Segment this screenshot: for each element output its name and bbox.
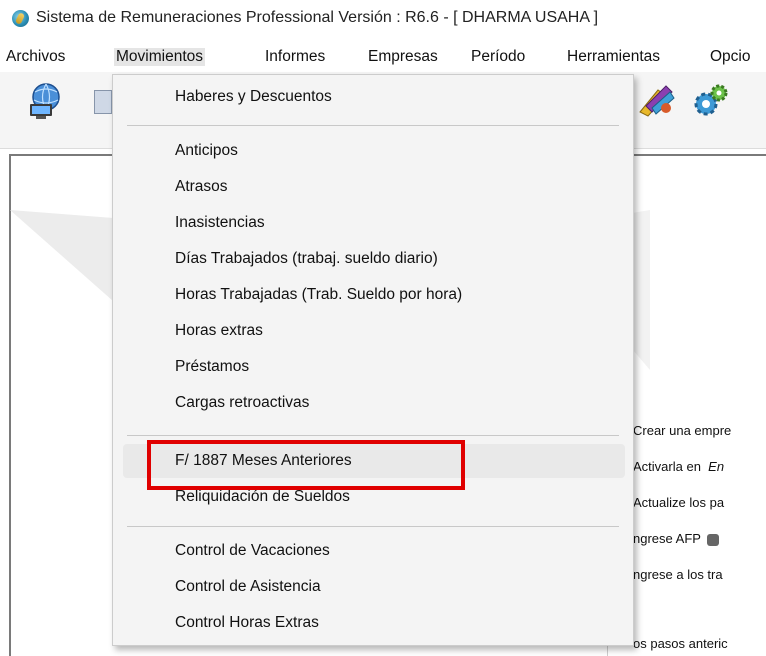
- menu-bar: Archivos Movimientos Informes Empresas P…: [0, 44, 766, 72]
- menu-informes[interactable]: Informes: [263, 48, 327, 66]
- menu-item-control-horas-extras[interactable]: Control Horas Extras: [175, 614, 319, 632]
- menu-empresas[interactable]: Empresas: [366, 48, 440, 66]
- hint-line: ngrese AFP: [633, 531, 719, 546]
- title-bar: Sistema de Remuneraciones Professional V…: [0, 0, 766, 40]
- menu-periodo[interactable]: Período: [469, 48, 527, 66]
- menu-item-haberes-descuentos[interactable]: Haberes y Descuentos: [175, 88, 332, 106]
- window-title: Sistema de Remuneraciones Professional V…: [36, 9, 599, 26]
- menu-separator: [127, 526, 619, 527]
- menu-item-dias-trabajados[interactable]: Días Trabajados (trabaj. sueldo diario): [175, 250, 438, 268]
- menu-item-control-asistencia[interactable]: Control de Asistencia: [175, 578, 321, 596]
- app-icon: [12, 10, 29, 27]
- book-icon[interactable]: [94, 90, 112, 114]
- highlight-annotation: [147, 440, 465, 490]
- hint-line: Crear una empre: [633, 423, 732, 438]
- globe-computer-icon[interactable]: [26, 82, 68, 120]
- afp-icon: [706, 533, 719, 546]
- toolbar-overflow: [748, 82, 766, 118]
- menu-item-reliquidacion-sueldos[interactable]: Reliquidación de Sueldos: [175, 488, 350, 506]
- hint-line: Actualize los pa: [633, 495, 725, 510]
- menu-item-anticipos[interactable]: Anticipos: [175, 142, 238, 160]
- movimientos-dropdown: Haberes y Descuentos Anticipos Atrasos I…: [112, 74, 634, 646]
- menu-item-atrasos[interactable]: Atrasos: [175, 178, 228, 196]
- menu-movimientos[interactable]: Movimientos: [114, 48, 205, 66]
- menu-item-horas-extras[interactable]: Horas extras: [175, 322, 263, 340]
- menu-separator: [127, 435, 619, 436]
- menu-item-inasistencias[interactable]: Inasistencias: [175, 214, 265, 232]
- menu-item-control-vacaciones[interactable]: Control de Vacaciones: [175, 542, 330, 560]
- menu-item-horas-trabajadas[interactable]: Horas Trabajadas (Trab. Sueldo por hora): [175, 286, 462, 304]
- hint-line: ngrese a los tra: [633, 567, 723, 582]
- menu-opciones[interactable]: Opcio: [708, 48, 753, 66]
- hint-line: Activarla en En: [633, 459, 725, 474]
- gears-icon[interactable]: [690, 82, 730, 120]
- menu-item-cargas-retroactivas[interactable]: Cargas retroactivas: [175, 394, 309, 412]
- menu-herramientas[interactable]: Herramientas: [565, 48, 662, 66]
- tools-icon[interactable]: [636, 82, 678, 118]
- hint-line: os pasos anteric: [633, 636, 728, 651]
- menu-separator: [127, 125, 619, 126]
- menu-archivos[interactable]: Archivos: [4, 48, 67, 66]
- menu-item-prestamos[interactable]: Préstamos: [175, 358, 249, 376]
